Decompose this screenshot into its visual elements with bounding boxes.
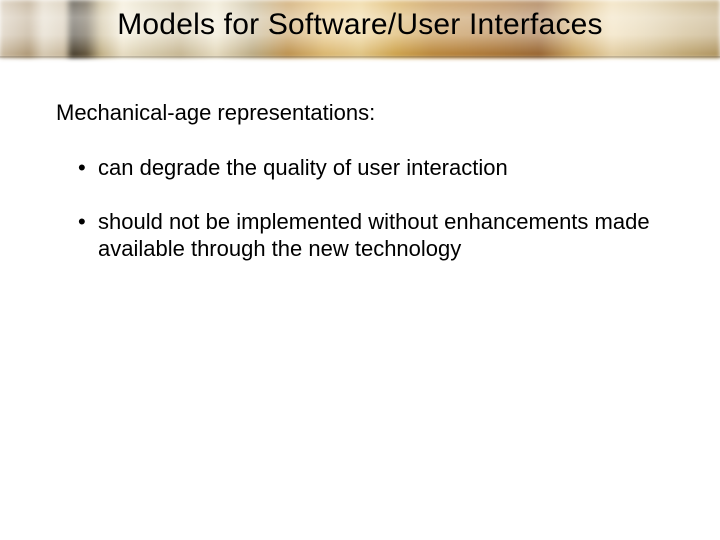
slide-title: Models for Software/User Interfaces <box>0 8 720 42</box>
list-item: should not be implemented without enhanc… <box>78 208 664 263</box>
title-banner-shadow <box>0 56 720 60</box>
slide-body: Mechanical-age representations: can degr… <box>56 100 664 289</box>
list-item: can degrade the quality of user interact… <box>78 154 664 182</box>
subheading: Mechanical-age representations: <box>56 100 664 126</box>
bullet-list: can degrade the quality of user interact… <box>56 154 664 263</box>
